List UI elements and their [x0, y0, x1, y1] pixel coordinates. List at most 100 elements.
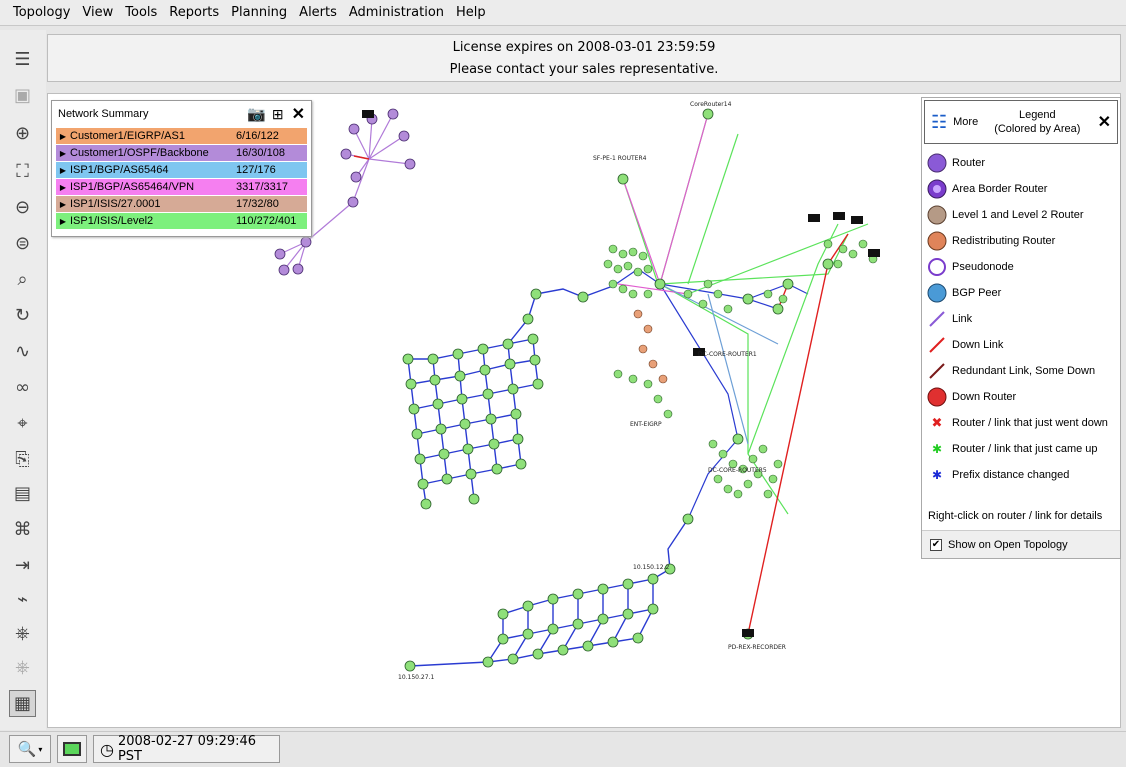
legend-panel: ☷ More Legend (Colored by Area) ✕ Router… — [921, 97, 1121, 559]
route-icon[interactable]: ⌁ — [9, 586, 36, 613]
menu-alerts[interactable]: Alerts — [299, 5, 337, 20]
close-icon[interactable]: ✕ — [292, 104, 305, 124]
expand-arrow-icon[interactable]: ▶ — [56, 217, 70, 226]
menu-bar: Topology View Tools Reports Planning Ale… — [0, 0, 1126, 26]
map-label: CoreRouter14 — [690, 101, 732, 108]
legend-item: Area Border Router — [922, 176, 1120, 202]
list-icon[interactable]: ☷ — [931, 112, 947, 133]
summary-row[interactable]: ▶ ISP1/ISIS/27.0001 17/32/80 — [56, 195, 307, 212]
refresh-icon[interactable]: ↻ — [9, 302, 36, 329]
map-label: SF-PE-1 ROUTER4 — [593, 155, 647, 162]
zoom-region-icon[interactable]: ⊜ — [9, 230, 36, 257]
dropdown-arrow-icon: ▾ — [38, 744, 43, 754]
legend-item: Redistributing Router — [922, 228, 1120, 254]
more-button[interactable]: More — [953, 116, 978, 128]
summary-row[interactable]: ▶ Customer1/OSPF/Backbone 16/30/108 — [56, 144, 307, 161]
summary-row[interactable]: ▶ ISP1/BGP/AS65464 127/176 — [56, 161, 307, 178]
summary-row[interactable]: ▶ Customer1/EIGRP/AS1 6/16/122 — [56, 127, 307, 144]
menu-administration[interactable]: Administration — [349, 5, 444, 20]
legend-item: Pseudonode — [922, 254, 1120, 280]
show-on-open-label: Show on Open Topology — [948, 538, 1068, 551]
legend-item-label: BGP Peer — [952, 287, 1002, 299]
menu-topology[interactable]: Topology — [13, 5, 70, 20]
legend-item-label: Link — [952, 313, 973, 325]
camera-icon[interactable]: 📷 — [247, 105, 266, 123]
monitor-icon — [63, 742, 81, 756]
expand-arrow-icon[interactable]: ▶ — [56, 149, 70, 158]
expand-arrow-icon[interactable]: ▶ — [56, 183, 70, 192]
legend-item-label: Router / link that just went down — [952, 417, 1108, 429]
summary-row-name: ISP1/BGP/AS65464 — [70, 164, 169, 176]
map-label: 10.150.12.2 — [633, 564, 669, 571]
group-icon[interactable]: ⎈ — [9, 620, 36, 647]
summary-icon[interactable]: ▦ — [9, 690, 36, 717]
console-button[interactable] — [57, 735, 87, 763]
expand-arrow-icon[interactable]: ▶ — [56, 200, 70, 209]
clock-display[interactable]: ◷ 2008-02-27 09:29:46 PST — [93, 734, 280, 764]
legend-title-line2: (Colored by Area) — [994, 123, 1081, 135]
menu-reports[interactable]: Reports — [169, 5, 219, 20]
went-down-icon: ✖ — [931, 415, 943, 430]
legend-item: ✱ Router / link that just came up — [922, 436, 1120, 462]
legend-item: Link — [922, 306, 1120, 332]
redistributing-router-icon — [926, 230, 948, 252]
prefix-changed-icon: ✱ — [931, 468, 943, 482]
show-on-open-checkbox[interactable]: ✔ — [930, 538, 942, 551]
legend-item: Down Link — [922, 332, 1120, 358]
tree-icon[interactable]: ☰ — [9, 46, 36, 73]
summary-row[interactable]: ▶ ISP1/BGP/AS65464/VPN 3317/3317 — [56, 178, 307, 195]
down-link-icon — [926, 334, 948, 356]
legend-item-label: Level 1 and Level 2 Router — [952, 209, 1084, 221]
clock-icon: ◷ — [100, 739, 114, 759]
inspect-icon[interactable]: ⌖ — [9, 410, 36, 437]
summary-row-name: ISP1/BGP/AS65464/VPN — [70, 181, 195, 193]
pseudonode-icon — [926, 256, 948, 278]
legend-item-label: Down Link — [952, 339, 1004, 351]
summary-row-value: 6/16/122 — [236, 130, 279, 142]
topology-icon[interactable]: ⌘ — [9, 516, 36, 543]
summary-row-name: ISP1/ISIS/Level2 — [70, 215, 154, 227]
router-add-icon[interactable]: ⎘ — [9, 446, 36, 473]
came-up-icon: ✱ — [931, 442, 943, 456]
layout-icon[interactable]: ⊞ — [272, 106, 284, 123]
magnifier-icon: 🔍 — [17, 740, 37, 758]
save-icon[interactable]: ▣ — [9, 82, 36, 109]
tools-menu-button[interactable]: 🔍 ▾ — [9, 735, 51, 763]
summary-row-name: Customer1/EIGRP/AS1 — [70, 130, 185, 142]
map-label: DC-CORE-ROUTER5 — [708, 467, 767, 474]
legend-title: Legend (Colored by Area) — [994, 108, 1080, 136]
legend-item-label: Redundant Link, Some Down — [952, 365, 1096, 377]
summary-row-name: ISP1/ISIS/27.0001 — [70, 198, 161, 210]
legend-header: ☷ More Legend (Colored by Area) ✕ — [924, 100, 1118, 144]
waveform-icon[interactable]: ∿ — [9, 338, 36, 365]
search-icon[interactable]: ⌕ — [9, 266, 36, 293]
path-icon[interactable]: ∞ — [9, 374, 36, 401]
legend-item: Router — [922, 150, 1120, 176]
zoom-in-icon[interactable]: ⊕ — [9, 120, 36, 147]
expand-arrow-icon[interactable]: ▶ — [56, 166, 70, 175]
expand-arrow-icon[interactable]: ▶ — [56, 132, 70, 141]
legend-item-label: Redistributing Router — [952, 235, 1056, 247]
legend-title-line1: Legend — [1018, 109, 1056, 121]
legend-item: ✖ Router / link that just went down — [922, 410, 1120, 436]
menu-planning[interactable]: Planning — [231, 5, 287, 20]
license-notice: License expires on 2008-03-01 23:59:59 P… — [47, 34, 1121, 82]
zoom-out-icon[interactable]: ⊖ — [9, 194, 36, 221]
menu-tools[interactable]: Tools — [125, 5, 157, 20]
legend-item: BGP Peer — [922, 280, 1120, 306]
group-disabled-icon[interactable]: ⎈ — [9, 654, 36, 681]
summary-row[interactable]: ▶ ISP1/ISIS/Level2 110/272/401 — [56, 212, 307, 229]
list-add-icon[interactable]: ⇥ — [9, 552, 36, 579]
menu-help[interactable]: Help — [456, 5, 486, 20]
router-icon — [926, 152, 948, 174]
map-label: DC-CORE-ROUTER1 — [698, 351, 757, 358]
legend-item-label: Area Border Router — [952, 183, 1048, 195]
summary-row-value: 3317/3317 — [236, 181, 288, 193]
close-icon[interactable]: ✕ — [1098, 112, 1111, 132]
down-router-icon — [926, 386, 948, 408]
menu-view[interactable]: View — [82, 5, 113, 20]
fit-icon[interactable]: ⛶ — [9, 158, 36, 185]
l1l2-router-icon — [926, 204, 948, 226]
summary-row-value: 110/272/401 — [236, 215, 297, 227]
report-icon[interactable]: ▤ — [9, 480, 36, 507]
